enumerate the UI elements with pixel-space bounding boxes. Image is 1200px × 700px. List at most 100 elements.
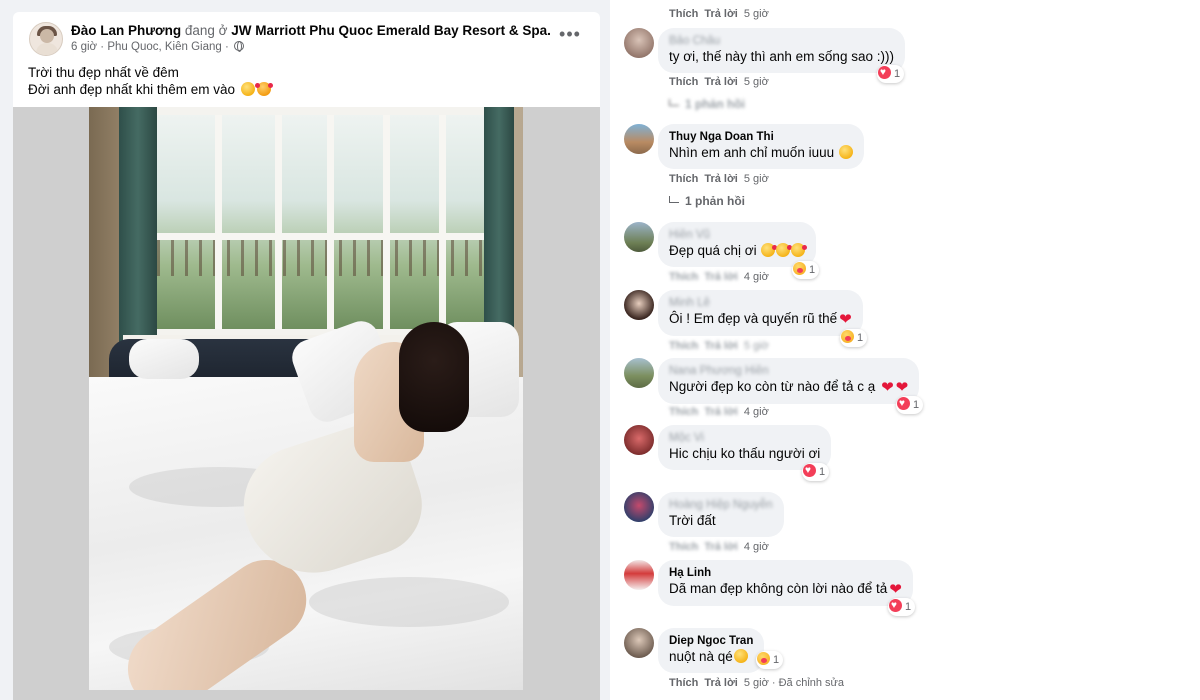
- commenter-name[interactable]: Hiền Vũ: [669, 228, 805, 242]
- view-replies-link[interactable]: 1 phản hồi: [669, 194, 745, 208]
- checkin-verb: đang ở: [184, 23, 228, 38]
- reply-link[interactable]: Trả lời: [704, 677, 738, 689]
- comment-text: Hic chịu ko thấu người ơi: [669, 446, 821, 461]
- commenter-name[interactable]: Thuy Nga Doan Thi: [669, 130, 853, 144]
- like-link[interactable]: Thích: [669, 8, 698, 20]
- comment-time[interactable]: 5 giờ: [744, 8, 769, 20]
- smiling-face-with-hearts-emoji-icon: [254, 82, 273, 96]
- like-link[interactable]: Thích: [669, 76, 698, 88]
- comment-reaction[interactable]: 1: [877, 64, 905, 83]
- commenter-name[interactable]: Diep Ngoc Tran: [669, 634, 753, 648]
- commenter-avatar[interactable]: [624, 425, 654, 455]
- comment-text: Trời đất: [669, 513, 716, 528]
- love-reaction-icon: [878, 64, 891, 82]
- photo-window: [149, 107, 501, 337]
- comment-text: nuột nà qé: [669, 648, 753, 666]
- comment-time[interactable]: 5 giờ: [744, 76, 769, 88]
- comment-actions: Thích Trả lời 4 giờ: [669, 406, 769, 418]
- comment-bubble: Minh Lê Ôi ! Em đẹp và quyến rũ thế ❤: [658, 290, 863, 336]
- commenter-name[interactable]: Minh Lê: [669, 296, 852, 310]
- comment-reaction[interactable]: 1: [888, 597, 916, 616]
- checkin-place[interactable]: JW Marriott Phu Quoc Emerald Bay Resort …: [231, 23, 551, 38]
- post-location[interactable]: Phu Quoc, Kiên Giang: [107, 41, 221, 53]
- comment-text: Nhìn em anh chỉ muốn iuuu: [669, 144, 853, 162]
- comment-bubble: Nana Phương Hiền Người đẹp ko còn từ nào…: [658, 358, 920, 404]
- commenter-name[interactable]: Hạ Linh: [669, 566, 902, 580]
- comment-text: Đẹp quá chị ơi: [669, 242, 808, 260]
- comment-actions: Thích Trả lời 5 giờ: [669, 76, 769, 88]
- reply-arrow-icon: [669, 196, 679, 203]
- commenter-avatar[interactable]: [624, 28, 654, 58]
- commenter-avatar[interactable]: [624, 358, 654, 388]
- reply-link[interactable]: Trả lời: [704, 173, 738, 185]
- comment-reaction[interactable]: 1: [896, 395, 924, 414]
- comment-reaction[interactable]: 1: [802, 462, 830, 481]
- comment-text: Ôi ! Em đẹp và quyến rũ thế ❤: [669, 311, 852, 328]
- reply-link[interactable]: Trả lời: [704, 340, 738, 352]
- commenter-name[interactable]: Hoàng Hiệp Nguyễn: [669, 498, 773, 512]
- comment-text: Dã man đẹp không còn lời nào để tả ❤: [669, 581, 902, 598]
- reply-link[interactable]: Trả lời: [704, 271, 738, 283]
- more-options-button[interactable]: •••: [556, 25, 584, 48]
- comment-time[interactable]: 5 giờ: [744, 340, 769, 352]
- caption-line-2: Đời anh đẹp nhất khi thêm em vào: [28, 81, 273, 98]
- like-link[interactable]: Thích: [669, 340, 698, 352]
- commenter-name[interactable]: Mộc Vi: [669, 431, 820, 445]
- comment-bubble: Hạ Linh Dã man đẹp không còn lời nào để …: [658, 560, 913, 606]
- love-reaction-icon: [803, 462, 816, 480]
- like-link[interactable]: Thích: [669, 406, 698, 418]
- comment-reaction[interactable]: 1: [756, 651, 784, 669]
- comment-bubble: Hoàng Hiệp Nguyễn Trời đất: [658, 492, 784, 537]
- author-line: Đào Lan Phương đang ở JW Marriott Phu Qu…: [71, 23, 551, 38]
- care-reaction-icon: [757, 652, 770, 665]
- commenter-avatar[interactable]: [624, 560, 654, 590]
- reply-link[interactable]: Trả lời: [704, 76, 738, 88]
- like-link[interactable]: Thích: [669, 541, 698, 553]
- commenter-name[interactable]: Bảo Châu: [669, 34, 894, 48]
- author-name[interactable]: Đào Lan Phương: [71, 23, 181, 38]
- author-avatar[interactable]: [29, 22, 63, 56]
- commenter-avatar[interactable]: [624, 492, 654, 522]
- comment-time[interactable]: 4 giờ: [744, 406, 769, 418]
- comment-actions: Thích Trả lời 5 giờ: [669, 8, 769, 20]
- post-photo[interactable]: [89, 107, 523, 690]
- care-reaction-icon: [793, 262, 806, 275]
- like-link[interactable]: Thích: [669, 173, 698, 185]
- screenshot: Đào Lan Phương đang ở JW Marriott Phu Qu…: [0, 0, 1200, 700]
- view-replies-link[interactable]: 1 phản hồi: [669, 97, 745, 111]
- comment-actions: Thích Trả lời 5 giờ: [669, 173, 769, 185]
- reply-link[interactable]: Trả lời: [704, 541, 738, 553]
- comment-time[interactable]: 4 giờ: [744, 541, 769, 553]
- globe-icon[interactable]: [234, 41, 245, 52]
- reply-link[interactable]: Trả lời: [704, 8, 738, 20]
- comment-reaction[interactable]: 1: [792, 261, 820, 279]
- comment-time[interactable]: 5 giờ: [744, 173, 769, 185]
- commenter-avatar[interactable]: [624, 222, 654, 252]
- commenter-avatar[interactable]: [624, 628, 654, 658]
- comment-text: Người đẹp ko còn từ nào để tả c ạ ❤ ❤: [669, 379, 909, 396]
- laughing-emoji-icon: [733, 649, 748, 663]
- photo-container: [13, 107, 600, 700]
- comment-bubble: Hiền Vũ Đẹp quá chị ơi: [658, 222, 817, 267]
- kiss-emoji-icon: [791, 243, 808, 257]
- like-link[interactable]: Thích: [669, 677, 698, 689]
- post-time[interactable]: 6 giờ: [71, 41, 97, 53]
- wink-emoji-icon: [240, 82, 255, 96]
- comment-text: ty ơi, thế này thì anh em sống sao :))): [669, 49, 894, 64]
- comment-reaction[interactable]: 1: [840, 329, 868, 347]
- care-reaction-icon: [841, 330, 854, 343]
- like-link[interactable]: Thích: [669, 271, 698, 283]
- love-reaction-icon: [889, 597, 902, 615]
- kiss-emoji-icon: [776, 243, 793, 257]
- commenter-avatar[interactable]: [624, 124, 654, 154]
- commenter-avatar[interactable]: [624, 290, 654, 320]
- edited-label[interactable]: Đã chỉnh sửa: [779, 677, 844, 689]
- comment-time[interactable]: 5 giờ: [744, 677, 769, 689]
- commenter-name[interactable]: Nana Phương Hiền: [669, 364, 908, 378]
- comment-actions: Thích Trả lời 4 giờ: [669, 541, 769, 553]
- post-caption: Trời thu đẹp nhất về đêm Đời anh đẹp nhấ…: [28, 64, 273, 98]
- red-heart-emoji-icon: ❤: [889, 581, 902, 598]
- red-heart-emoji-icon: ❤: [895, 379, 909, 396]
- reply-link[interactable]: Trả lời: [704, 406, 738, 418]
- comment-time[interactable]: 4 giờ: [744, 271, 769, 283]
